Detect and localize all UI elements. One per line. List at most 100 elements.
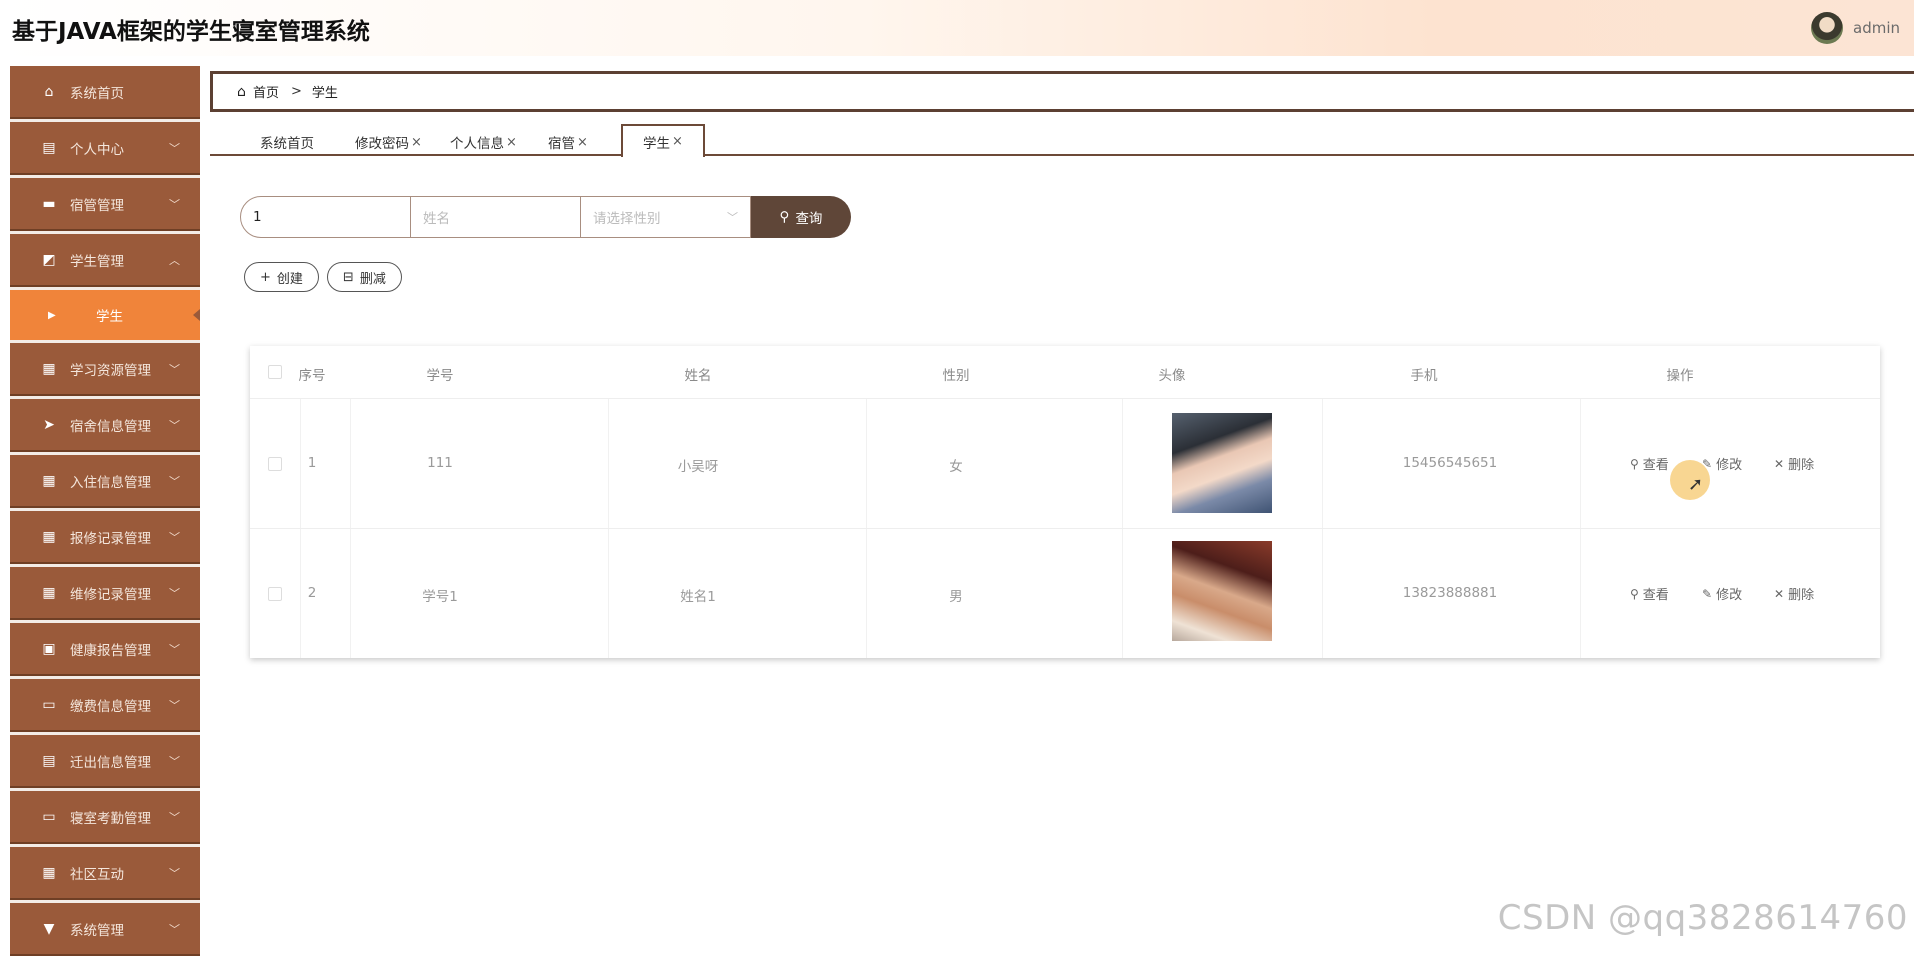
close-icon[interactable]: × <box>577 135 588 150</box>
table-row[interactable]: 1 111 小吴呀 女 15456545651 ⚲ 查看 ✎ 修改 ✕ 删除 <box>250 398 1880 528</box>
cell-phone: 15456545651 <box>1350 455 1550 471</box>
tab-change-password[interactable]: 修改密码 × <box>355 128 422 156</box>
sidebar-item-maintenance-records[interactable]: ▦ 维修记录管理 ﹀ <box>10 567 200 620</box>
chevron-down-icon: ﹀ <box>169 753 180 769</box>
sidebar-item-label: 报修记录管理 <box>70 527 151 547</box>
gender-select-placeholder: 请选择性别 <box>593 207 661 227</box>
select-all-checkbox[interactable] <box>268 365 282 379</box>
name-input[interactable]: 姓名 <box>411 196 581 238</box>
tab-bar: 系统首页 修改密码 × 个人信息 × 宿管 × 学生 × <box>210 122 1914 156</box>
sidebar-item-label: 寝室考勤管理 <box>70 807 151 827</box>
row-checkbox[interactable] <box>268 457 282 471</box>
active-indicator <box>193 309 200 321</box>
chevron-down-icon: ﹀ <box>169 417 180 433</box>
delete-label: 删除 <box>1788 454 1814 473</box>
cell-name: 姓名1 <box>598 585 798 605</box>
column-header-name: 姓名 <box>598 364 798 384</box>
sidebar-subitem-student[interactable]: ▶ 学生 <box>10 290 200 340</box>
sidebar-item-health-reports[interactable]: ▣ 健康报告管理 ﹀ <box>10 623 200 676</box>
sidebar-item-learning-resources[interactable]: ▦ 学习资源管理 ﹀ <box>10 343 200 396</box>
user-avatar[interactable] <box>1811 12 1843 44</box>
view-label: 查看 <box>1643 454 1669 473</box>
delete-button-label: 删减 <box>360 268 386 287</box>
home-icon[interactable]: ⌂ <box>237 84 251 100</box>
search-button[interactable]: ⚲ 查询 <box>751 196 851 238</box>
edit-button[interactable]: ✎ 修改 <box>1702 584 1742 603</box>
chevron-down-icon: ﹀ <box>727 209 738 225</box>
tab-home[interactable]: 系统首页 <box>260 128 314 156</box>
sidebar-item-personal-center[interactable]: ▤ 个人中心 ﹀ <box>10 122 200 175</box>
search-icon: ⚲ <box>1630 457 1639 471</box>
sidebar-item-system-management[interactable]: ▼ 系统管理 ﹀ <box>10 903 200 956</box>
sidebar-item-community[interactable]: ▦ 社区互动 ﹀ <box>10 847 200 900</box>
user-name[interactable]: admin <box>1853 19 1900 37</box>
close-icon[interactable]: × <box>411 135 422 150</box>
delete-row-button[interactable]: ✕ 删除 <box>1774 454 1814 473</box>
close-icon: ✕ <box>1774 457 1784 471</box>
view-label: 查看 <box>1643 584 1669 603</box>
sidebar-item-label: 系统首页 <box>70 82 124 102</box>
pin-icon: ▼ <box>41 921 57 937</box>
grid-icon: ▦ <box>41 585 57 601</box>
sidebar-item-checkin-info[interactable]: ▦ 入住信息管理 ﹀ <box>10 455 200 508</box>
chevron-down-icon: ﹀ <box>169 585 180 601</box>
cell-phone: 13823888881 <box>1350 585 1550 601</box>
sidebar-item-dorm-info[interactable]: ➤ 宿舍信息管理 ﹀ <box>10 399 200 452</box>
tab-label: 学生 <box>643 132 670 152</box>
close-icon[interactable]: × <box>672 134 683 149</box>
sidebar-item-label: 学生管理 <box>70 250 124 270</box>
cell-name: 小吴呀 <box>598 455 798 475</box>
search-icon: ⚲ <box>1630 587 1639 601</box>
chevron-down-icon: ﹀ <box>169 196 180 212</box>
tab-personal-info[interactable]: 个人信息 × <box>450 128 517 156</box>
delete-row-button[interactable]: ✕ 删除 <box>1774 584 1814 603</box>
sidebar-item-moveout-info[interactable]: ▤ 迁出信息管理 ﹀ <box>10 735 200 788</box>
column-header-actions: 操作 <box>1630 364 1730 384</box>
sidebar-item-label: 入住信息管理 <box>70 471 151 491</box>
sidebar-item-label: 迁出信息管理 <box>70 751 151 771</box>
row-checkbox[interactable] <box>268 587 282 601</box>
tab-dorm-manager[interactable]: 宿管 × <box>548 128 588 156</box>
chevron-down-icon: ﹀ <box>169 140 180 156</box>
sidebar-subitem-label: 学生 <box>96 305 123 325</box>
sidebar-item-dorm-manager[interactable]: ▬ 宿管管理 ﹀ <box>10 178 200 231</box>
paper-plane-icon: ➤ <box>41 417 57 433</box>
tab-student[interactable]: 学生 × <box>621 124 705 157</box>
sidebar-item-student-management[interactable]: ◩ 学生管理 ︿ <box>10 234 200 287</box>
user-area[interactable]: admin <box>1811 12 1900 44</box>
plus-icon: + <box>260 270 271 285</box>
create-button-label: 创建 <box>277 268 303 287</box>
delete-label: 删除 <box>1788 584 1814 603</box>
caret-right-icon: ▶ <box>48 310 56 321</box>
gender-select[interactable]: 请选择性别 ﹀ <box>581 196 751 238</box>
cell-gender: 女 <box>856 455 1056 475</box>
create-button[interactable]: + 创建 <box>244 262 319 292</box>
delete-button[interactable]: ⊟ 删减 <box>327 262 402 292</box>
view-button[interactable]: ⚲ 查看 <box>1630 584 1669 603</box>
breadcrumb-separator: > <box>291 84 302 99</box>
chevron-down-icon: ﹀ <box>169 697 180 713</box>
grid-icon: ▦ <box>41 473 57 489</box>
search-icon: ⚲ <box>780 209 790 225</box>
breadcrumb-home[interactable]: 首页 <box>253 82 279 101</box>
sidebar-item-home[interactable]: ⌂ 系统首页 <box>10 66 200 119</box>
sidebar-item-label: 宿舍信息管理 <box>70 415 151 435</box>
view-button[interactable]: ⚲ 查看 <box>1630 454 1669 473</box>
close-icon[interactable]: × <box>506 135 517 150</box>
student-no-input[interactable]: 1 <box>240 196 411 238</box>
column-header-avatar: 头像 <box>1122 364 1222 384</box>
sidebar-item-payment-info[interactable]: ▭ 缴费信息管理 ﹀ <box>10 679 200 732</box>
sidebar-item-label: 宿管管理 <box>70 194 124 214</box>
app-title: 基于JAVA框架的学生寝室管理系统 <box>12 12 370 46</box>
table-row[interactable]: 2 学号1 姓名1 男 13823888881 ⚲ 查看 ✎ 修改 ✕ 删除 <box>250 528 1880 658</box>
monitor-icon: ▭ <box>41 697 57 713</box>
cell-student-no: 111 <box>340 455 540 471</box>
sidebar-item-label: 健康报告管理 <box>70 639 151 659</box>
chevron-down-icon: ﹀ <box>169 921 180 937</box>
sidebar-item-attendance[interactable]: ▭ 寝室考勤管理 ﹀ <box>10 791 200 844</box>
sidebar-item-repair-records[interactable]: ▦ 报修记录管理 ﹀ <box>10 511 200 564</box>
grid-icon: ▦ <box>41 361 57 377</box>
tab-label: 修改密码 <box>355 132 409 152</box>
edit-button[interactable]: ✎ 修改 <box>1702 454 1742 473</box>
student-avatar-image <box>1172 541 1272 641</box>
